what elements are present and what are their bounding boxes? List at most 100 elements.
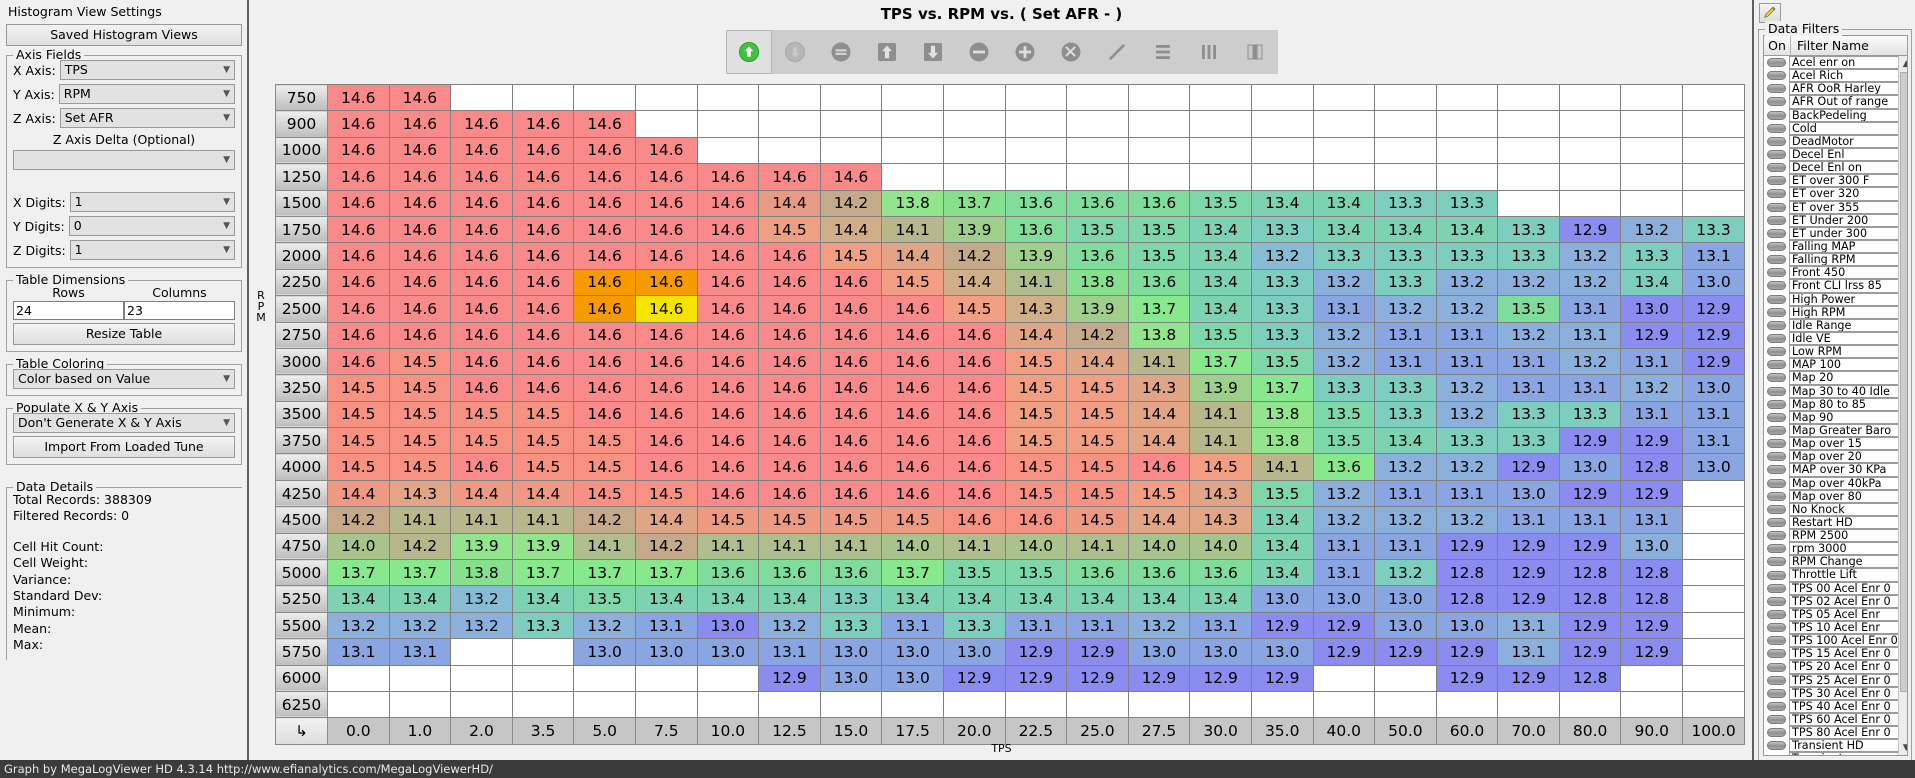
table-cell[interactable] xyxy=(819,690,883,719)
table-cell[interactable]: 14.6 xyxy=(696,189,760,217)
list-item[interactable]: Transient HD xyxy=(1764,739,1898,753)
table-cell[interactable] xyxy=(634,110,698,138)
table-cell[interactable]: 14.6 xyxy=(758,347,821,376)
table-cell[interactable]: 14.6 xyxy=(511,110,575,138)
table-cell[interactable]: 13.9 xyxy=(450,532,513,561)
table-cell[interactable]: 13.0 xyxy=(1312,585,1376,613)
toggle-switch-icon[interactable] xyxy=(1767,268,1786,278)
filter-toggle-cell[interactable] xyxy=(1764,752,1789,755)
table-cell[interactable]: 13.0 xyxy=(1250,638,1314,666)
table-cell[interactable]: 13.1 xyxy=(1497,638,1560,666)
toggle-switch-icon[interactable] xyxy=(1767,242,1786,252)
table-cell[interactable] xyxy=(696,83,760,112)
table-cell[interactable]: 13.2 xyxy=(1620,215,1684,244)
list-item[interactable]: Acel Rich xyxy=(1764,69,1898,83)
table-cell[interactable] xyxy=(573,690,636,719)
table-cell[interactable]: 13.6 xyxy=(1066,242,1129,270)
table-cell[interactable]: 13.5 xyxy=(1127,242,1191,270)
table-cell[interactable]: 14.0 xyxy=(1127,532,1191,561)
table-cell[interactable] xyxy=(1374,664,1437,692)
table-cell[interactable]: 14.6 xyxy=(634,163,698,191)
axis-swap-button[interactable]: ↳ xyxy=(275,717,328,745)
filter-toggle-cell[interactable] xyxy=(1764,371,1789,385)
table-cell[interactable]: 14.6 xyxy=(327,347,390,376)
equal-button[interactable] xyxy=(817,30,864,74)
table-cell[interactable]: 13.1 xyxy=(1497,506,1560,534)
toggle-switch-icon[interactable] xyxy=(1767,228,1786,238)
table-cell[interactable]: 13.4 xyxy=(696,585,760,613)
table-cell[interactable]: 14.4 xyxy=(634,506,698,534)
table-cell[interactable] xyxy=(1374,690,1437,719)
table-cell[interactable]: 12.9 xyxy=(1435,638,1499,666)
table-cell[interactable]: 14.5 xyxy=(327,400,390,429)
column-header[interactable]: 100.0 xyxy=(1682,717,1745,745)
table-cell[interactable]: 13.5 xyxy=(1189,189,1252,217)
table-cell[interactable] xyxy=(1004,163,1068,191)
table-cell[interactable]: 14.0 xyxy=(327,532,390,561)
filter-toggle-cell[interactable] xyxy=(1764,174,1789,188)
table-cell[interactable] xyxy=(1620,83,1684,112)
table-cell[interactable] xyxy=(450,83,513,112)
filter-toggle-cell[interactable] xyxy=(1764,56,1789,70)
scroll-down-icon[interactable]: ▼ xyxy=(1898,740,1907,755)
clear-button[interactable] xyxy=(1047,30,1094,74)
filter-toggle-cell[interactable] xyxy=(1764,489,1789,503)
table-cell[interactable]: 13.3 xyxy=(1558,400,1622,429)
toggle-switch-icon[interactable] xyxy=(1767,609,1786,619)
toggle-switch-icon[interactable] xyxy=(1767,320,1786,330)
table-cell[interactable]: 13.3 xyxy=(1620,242,1684,270)
list-item[interactable]: TPS 10 Acel Enr xyxy=(1764,621,1898,635)
table-cell[interactable]: 13.3 xyxy=(819,585,883,613)
table-cell[interactable]: 14.5 xyxy=(758,215,821,244)
download-button[interactable] xyxy=(771,30,818,74)
list-item[interactable]: Decel Enl on xyxy=(1764,161,1898,175)
table-cell[interactable]: 13.1 xyxy=(1189,611,1252,640)
row-header[interactable]: 4000 xyxy=(275,453,328,481)
column-header[interactable]: 50.0 xyxy=(1374,717,1437,745)
list-item[interactable]: ET under 300 xyxy=(1764,226,1898,240)
toggle-switch-icon[interactable] xyxy=(1767,150,1786,160)
table-cell[interactable] xyxy=(1189,690,1252,719)
table-cell[interactable]: 14.1 xyxy=(388,506,452,534)
table-cell[interactable]: 13.2 xyxy=(1374,453,1437,481)
column-header[interactable]: 2.0 xyxy=(450,717,513,745)
list-item[interactable]: TPS 25 Acel Enr 0 xyxy=(1764,673,1898,687)
y-digits-select[interactable]: 0 ▼ xyxy=(68,216,235,236)
filter-toggle-cell[interactable] xyxy=(1764,358,1789,372)
table-cell[interactable]: 14.6 xyxy=(942,479,1006,508)
table-cell[interactable]: 13.0 xyxy=(1497,479,1560,508)
table-cell[interactable]: 13.8 xyxy=(1127,321,1191,349)
table-cell[interactable]: 13.1 xyxy=(1435,347,1499,376)
table-cell[interactable]: 13.3 xyxy=(1435,427,1499,455)
table-cell[interactable]: 14.4 xyxy=(511,479,575,508)
table-cell[interactable]: 14.6 xyxy=(450,242,513,270)
table-cell[interactable]: 13.2 xyxy=(1312,506,1376,534)
table-cell[interactable]: 14.4 xyxy=(1004,321,1068,349)
table-cell[interactable]: 14.2 xyxy=(327,506,390,534)
table-cell[interactable]: 14.5 xyxy=(634,479,698,508)
table-cell[interactable] xyxy=(1004,83,1068,112)
table-cell[interactable]: 13.4 xyxy=(1004,585,1068,613)
table-cell[interactable]: 14.6 xyxy=(573,110,636,138)
table-cell[interactable] xyxy=(1312,664,1376,692)
table-cell[interactable]: 13.3 xyxy=(511,611,575,640)
filter-toggle-cell[interactable] xyxy=(1764,187,1789,201)
table-cell[interactable] xyxy=(942,690,1006,719)
table-cell[interactable]: 14.6 xyxy=(696,479,760,508)
table-cell[interactable]: 14.5 xyxy=(942,295,1006,323)
filter-toggle-cell[interactable] xyxy=(1764,529,1789,543)
table-cell[interactable] xyxy=(573,664,636,692)
table-cell[interactable]: 14.6 xyxy=(327,268,390,297)
list-item[interactable]: MAP over 30 KPa xyxy=(1764,463,1898,477)
table-cell[interactable]: 14.6 xyxy=(634,400,698,429)
toggle-switch-icon[interactable] xyxy=(1767,465,1786,475)
filter-toggle-cell[interactable] xyxy=(1764,69,1789,83)
table-cell[interactable]: 14.5 xyxy=(696,506,760,534)
table-cell[interactable]: 14.6 xyxy=(573,163,636,191)
table-cell[interactable]: 14.6 xyxy=(1004,506,1068,534)
table-cell[interactable]: 14.6 xyxy=(942,347,1006,376)
table-cell[interactable]: 14.6 xyxy=(634,136,698,165)
table-cell[interactable] xyxy=(1682,532,1745,561)
table-cell[interactable]: 13.3 xyxy=(1682,215,1745,244)
table-cell[interactable]: 12.9 xyxy=(1620,611,1684,640)
